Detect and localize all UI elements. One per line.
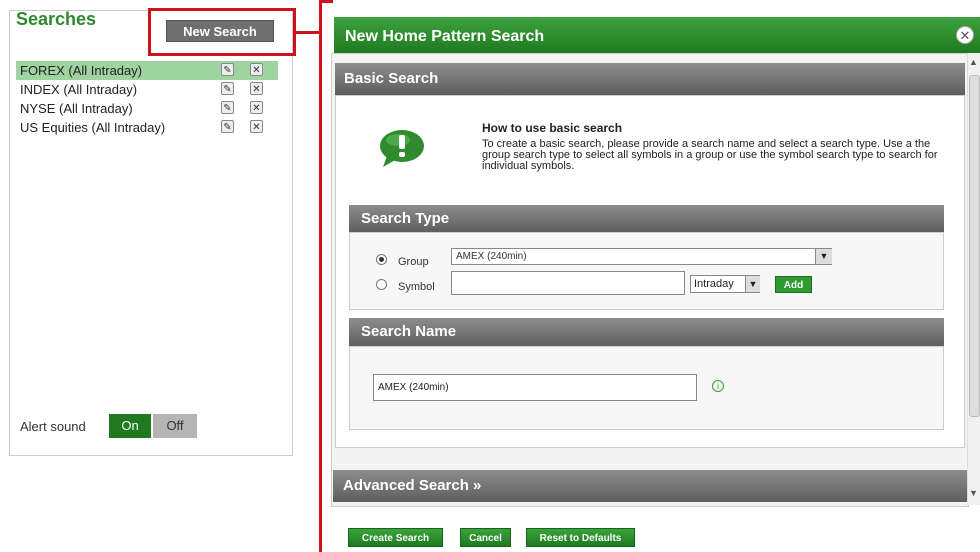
dialog-title: New Home Pattern Search (345, 28, 545, 45)
advanced-search-label: Advanced Search » (343, 477, 482, 494)
list-item-label: US Equities (All Intraday) (20, 120, 166, 135)
advanced-search-header[interactable]: Advanced Search » (333, 470, 967, 502)
howto-text: To create a basic search, please provide… (482, 138, 938, 172)
search-list: FOREX (All Intraday) ✎ ✕ INDEX (All Intr… (16, 61, 278, 137)
group-radio[interactable] (376, 254, 387, 265)
symbol-label: Symbol (398, 281, 435, 293)
list-item-label: NYSE (All Intraday) (20, 101, 133, 116)
list-item[interactable]: US Equities (All Intraday) ✎ ✕ (16, 118, 278, 137)
symbol-radio[interactable] (376, 279, 387, 290)
alert-sound-label: Alert sound (20, 419, 86, 434)
reset-to-defaults-button[interactable]: Reset to Defaults (526, 528, 635, 547)
symbol-input[interactable] (451, 271, 685, 295)
dropdown-arrow-icon[interactable]: ▼ (745, 276, 760, 292)
group-select[interactable]: AMEX (240min) (451, 248, 832, 265)
search-name-input[interactable]: AMEX (240min) (373, 374, 697, 401)
list-item-label: FOREX (All Intraday) (20, 63, 143, 78)
edit-icon[interactable]: ✎ (221, 82, 234, 95)
scroll-down-icon[interactable]: ▼ (969, 488, 978, 498)
list-item-label: INDEX (All Intraday) (20, 82, 138, 97)
exclamation-bubble-icon (380, 130, 424, 167)
dialog-header: New Home Pattern Search (334, 17, 980, 53)
delete-icon[interactable]: ✕ (250, 82, 263, 95)
search-type-header: Search Type (349, 205, 944, 232)
new-search-button[interactable]: New Search (166, 20, 274, 42)
close-icon[interactable]: ✕ (956, 26, 974, 44)
howto-title: How to use basic search (482, 121, 623, 135)
alert-sound-off-button[interactable]: Off (153, 414, 197, 438)
edit-icon[interactable]: ✎ (221, 101, 234, 114)
scrollbar-thumb[interactable] (969, 75, 980, 417)
group-label: Group (398, 256, 429, 268)
dropdown-arrow-icon[interactable]: ▼ (815, 249, 832, 264)
scroll-up-icon[interactable]: ▲ (969, 57, 978, 67)
delete-icon[interactable]: ✕ (250, 63, 263, 76)
search-name-header: Search Name (349, 318, 944, 346)
list-item[interactable]: FOREX (All Intraday) ✎ ✕ (16, 61, 278, 80)
searches-title: Searches (16, 9, 97, 29)
delete-icon[interactable]: ✕ (250, 120, 263, 133)
delete-icon[interactable]: ✕ (250, 101, 263, 114)
create-search-button[interactable]: Create Search (348, 528, 443, 547)
search-type-label: Search Type (361, 210, 450, 227)
cancel-button[interactable]: Cancel (460, 528, 511, 547)
edit-icon[interactable]: ✎ (221, 120, 234, 133)
basic-search-header: Basic Search (335, 63, 965, 95)
add-symbol-button[interactable]: Add (775, 276, 812, 293)
edit-icon[interactable]: ✎ (221, 63, 234, 76)
list-item[interactable]: NYSE (All Intraday) ✎ ✕ (16, 99, 278, 118)
highlight-line (319, 0, 322, 552)
search-name-label: Search Name (361, 323, 457, 340)
basic-search-label: Basic Search (344, 70, 439, 87)
list-item[interactable]: INDEX (All Intraday) ✎ ✕ (16, 80, 278, 99)
info-icon[interactable]: i (712, 380, 724, 392)
alert-sound-on-button[interactable]: On (109, 414, 151, 438)
highlight-line-top (319, 0, 333, 3)
